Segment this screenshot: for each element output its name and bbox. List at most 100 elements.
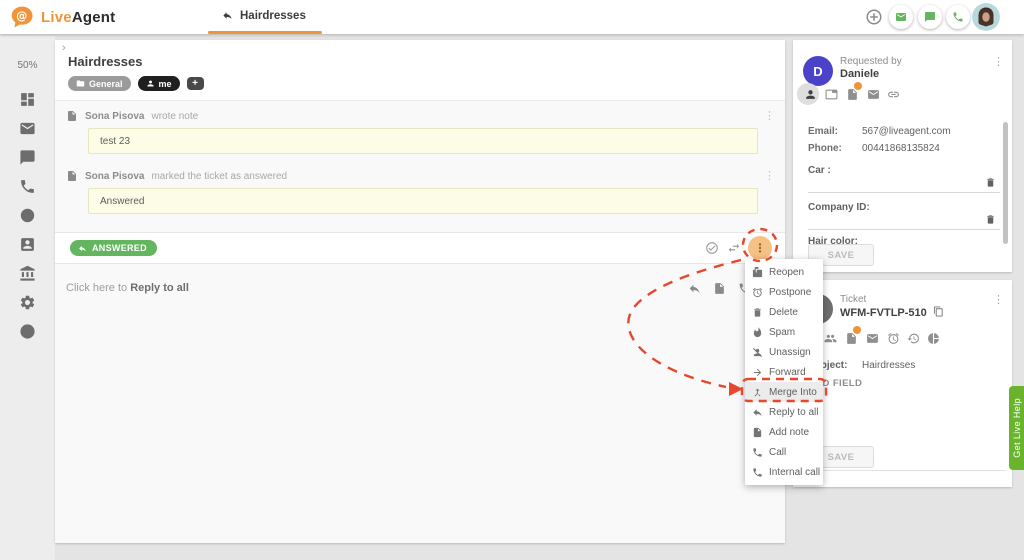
contact-tab-tickets-icon[interactable]: [867, 88, 880, 101]
menu-item-spam[interactable]: Spam: [745, 322, 823, 342]
ticket-type-label: Ticket: [840, 294, 866, 305]
left-navigation-rail: 50%: [0, 36, 55, 560]
new-item-button[interactable]: [862, 5, 886, 29]
menu-item-add-note[interactable]: Add note: [745, 422, 823, 442]
ticket-badges: General me +: [68, 76, 204, 91]
menu-item-postpone[interactable]: Postpone: [745, 282, 823, 302]
ticket-tab-agents-icon[interactable]: [824, 332, 837, 345]
companies-icon[interactable]: [19, 265, 36, 282]
liveagent-logo[interactable]: @ LiveAgent: [10, 4, 115, 30]
assignee-badge[interactable]: me: [138, 76, 180, 91]
ticket-more-button[interactable]: ⋮: [993, 293, 1004, 306]
message-header: Sona Pisova wrote note ⋮: [66, 109, 775, 123]
requested-by-label: Requested by: [840, 56, 902, 67]
message-more-button[interactable]: ⋮: [764, 109, 775, 123]
menu-item-reply-to-all[interactable]: Reply to all: [745, 402, 823, 422]
contact-avatar[interactable]: D: [803, 56, 833, 86]
trash-icon[interactable]: [985, 177, 996, 188]
ticket-actions-menu: Reopen Postpone Delete Spam Unassign For…: [745, 259, 823, 485]
person-icon: [146, 79, 155, 88]
calls-icon[interactable]: [19, 178, 36, 195]
contact-tab-links-icon[interactable]: [887, 88, 900, 101]
get-live-help-button[interactable]: Get Live Help: [1009, 386, 1024, 470]
social-icon[interactable]: [19, 207, 36, 224]
brand-agent: Agent: [72, 9, 116, 26]
phone-label: Phone:: [808, 143, 842, 154]
trash-icon[interactable]: [985, 214, 996, 225]
ticket-title: Hairdresses: [68, 54, 142, 69]
phone-icon: [952, 11, 964, 23]
contact-more-button[interactable]: ⋮: [993, 55, 1004, 68]
note-icon: [66, 170, 78, 182]
ticket-code: WFM-FVTLP-510: [840, 306, 944, 319]
menu-item-call[interactable]: Call: [745, 442, 823, 462]
settings-icon[interactable]: [19, 294, 36, 311]
agent-avatar[interactable]: [972, 3, 1000, 31]
menu-item-delete[interactable]: Delete: [745, 302, 823, 322]
trash-icon: [752, 307, 763, 318]
chats-icon[interactable]: [19, 149, 36, 166]
contact-card-scrollbar[interactable]: [1003, 122, 1008, 244]
note-icon: [752, 427, 763, 438]
mail-icon: [895, 11, 907, 23]
folder-icon: [76, 79, 85, 88]
collapse-chevron[interactable]: ›: [62, 42, 66, 54]
message-header: Sona Pisova marked the ticket as answere…: [66, 169, 775, 183]
resolve-icon[interactable]: [705, 241, 719, 255]
new-ticket-button[interactable]: [889, 5, 913, 29]
copy-icon[interactable]: [933, 306, 944, 317]
menu-item-merge-into[interactable]: Merge Into: [745, 382, 823, 402]
message-more-button[interactable]: ⋮: [764, 169, 775, 183]
badge-star-icon[interactable]: [19, 323, 36, 340]
new-chat-button[interactable]: [918, 5, 942, 29]
add-circle-icon: [865, 8, 883, 26]
email-value[interactable]: 567@liveagent.com: [862, 126, 951, 137]
phone-icon: [752, 447, 763, 458]
menu-item-forward[interactable]: Forward: [745, 362, 823, 382]
car-field-input[interactable]: [808, 192, 1000, 193]
contact-tab-card-icon[interactable]: [825, 88, 838, 101]
status-badge[interactable]: ANSWERED: [70, 240, 157, 256]
add-note-icon[interactable]: [713, 282, 726, 295]
ticket-tab-tickets-icon[interactable]: [866, 332, 879, 345]
new-call-button[interactable]: [946, 5, 970, 29]
ticket-tab-reminders-icon[interactable]: [887, 332, 900, 345]
car-field-label: Car :: [808, 165, 831, 176]
usage-percentage: 50%: [17, 60, 37, 71]
menu-item-internal-call[interactable]: Internal call: [745, 462, 823, 482]
notification-dot: [854, 82, 862, 90]
ticket-tab-history-icon[interactable]: [907, 332, 920, 345]
menu-item-unassign[interactable]: Unassign: [745, 342, 823, 362]
flame-icon: [752, 327, 763, 338]
avatar-image: [972, 3, 1000, 31]
note-body: test 23: [88, 128, 758, 154]
status-row: ANSWERED ⋮: [55, 233, 785, 263]
contacts-icon[interactable]: [19, 236, 36, 253]
speech-bubble-logo-icon: @: [10, 4, 36, 30]
svg-text:@: @: [16, 10, 27, 23]
message-stream: Sona Pisova wrote note ⋮ test 23 Sona Pi…: [55, 100, 785, 233]
note-icon: [66, 110, 78, 122]
reply-hint[interactable]: Click here to Reply to all: [66, 282, 189, 294]
phone-value[interactable]: 00441868135824: [862, 143, 940, 154]
message-author: Sona Pisova: [85, 171, 144, 182]
reply-icon[interactable]: [688, 282, 701, 295]
tab-hairdresses[interactable]: Hairdresses: [208, 0, 320, 31]
dashboard-icon[interactable]: [19, 91, 36, 108]
company-id-field-input[interactable]: [808, 229, 1000, 230]
ticket-more-actions-button[interactable]: ⋮: [748, 236, 772, 260]
ticket-tab-stats-icon[interactable]: [927, 332, 940, 345]
department-badge[interactable]: General: [68, 76, 131, 91]
reply-area[interactable]: Click here to Reply to all: [55, 263, 785, 543]
brand-live: Live: [41, 9, 72, 26]
add-tag-button[interactable]: +: [187, 77, 204, 90]
merge-icon: [752, 387, 763, 398]
chat-icon: [924, 11, 936, 23]
menu-item-reopen[interactable]: Reopen: [745, 262, 823, 282]
reply-arrow-icon: [752, 407, 763, 418]
mailbox-icon: [752, 267, 763, 278]
transfer-icon[interactable]: [727, 241, 741, 255]
contact-tab-details-icon[interactable]: [804, 88, 817, 101]
tickets-icon[interactable]: [19, 120, 36, 137]
notification-dot: [853, 326, 861, 334]
